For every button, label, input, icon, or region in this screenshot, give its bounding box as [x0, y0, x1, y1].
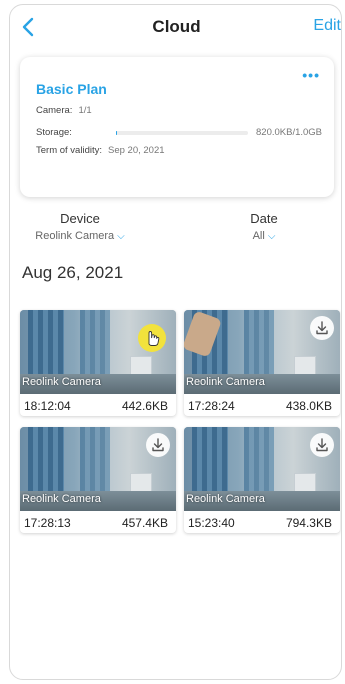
clip-size: 457.4KB [121, 516, 168, 530]
app-frame: Cloud Edit Basic Plan ••• Camera: 1/1 Sto… [9, 4, 342, 680]
clip-size: 794.3KB [285, 516, 332, 530]
download-icon [316, 438, 328, 452]
clip-meta: 15:23:40 794.3KB [184, 513, 340, 533]
clip-card[interactable]: Reolink Camera 15:23:40 794.3KB [184, 427, 340, 533]
storage-value: 820.0KB/1.0GB [256, 127, 323, 138]
validity-label: Term of validity: [36, 145, 102, 156]
camera-value: 1/1 [78, 105, 92, 116]
plan-card: Basic Plan ••• Camera: 1/1 Storage: 820.0… [20, 57, 334, 197]
clip-time: 18:12:04 [24, 399, 71, 413]
header: Cloud Edit [10, 5, 341, 49]
validity-row: Term of validity: Sep 20, 2021 [36, 145, 165, 156]
storage-progress-bar [116, 131, 248, 135]
storage-progress-fill [116, 131, 118, 135]
date-filter-value[interactable]: All ⌵ [204, 230, 324, 242]
clip-meta: 17:28:13 457.4KB [20, 513, 176, 533]
date-filter-selected: All [252, 230, 265, 242]
clip-time: 17:28:13 [24, 516, 71, 530]
hand-pointer-icon [138, 324, 166, 352]
edit-button[interactable]: Edit [313, 17, 341, 35]
section-date-header: Aug 26, 2021 [22, 263, 124, 282]
plan-name: Basic Plan [36, 81, 107, 97]
clip-meta: 17:28:24 438.0KB [184, 396, 340, 416]
clip-camera-name: Reolink Camera [22, 376, 101, 388]
clip-thumbnail: Reolink Camera [20, 427, 176, 511]
storage-label: Storage: [36, 127, 72, 138]
clip-thumbnail: Reolink Camera [184, 427, 340, 511]
clip-size: 438.0KB [285, 399, 332, 413]
clip-camera-name: Reolink Camera [186, 493, 265, 505]
clip-camera-name: Reolink Camera [186, 376, 265, 388]
date-filter-label: Date [250, 211, 278, 226]
clip-size: 442.6KB [121, 399, 168, 413]
date-filter[interactable]: Date All ⌵ [204, 211, 324, 242]
validity-value: Sep 20, 2021 [108, 145, 165, 156]
clip-card[interactable]: Reolink Camera 17:28:13 457.4KB [20, 427, 176, 533]
device-filter-selected: Reolink Camera [35, 230, 115, 242]
camera-row: Camera: 1/1 [36, 105, 92, 116]
device-filter-value[interactable]: Reolink Camera ⌵ [20, 230, 140, 242]
clip-card[interactable]: Reolink Camera 17:28:24 438.0KB [184, 310, 340, 416]
clip-meta: 18:12:04 442.6KB [20, 396, 176, 416]
clip-camera-name: Reolink Camera [22, 493, 101, 505]
camera-label: Camera: [36, 105, 73, 116]
download-button[interactable] [310, 316, 334, 340]
chevron-down-icon: ⌵ [267, 231, 276, 242]
download-icon [152, 438, 164, 452]
device-filter-label: Device [60, 211, 100, 226]
clip-thumbnail: Reolink Camera [20, 310, 176, 394]
download-button[interactable] [310, 433, 334, 457]
clip-card[interactable]: Reolink Camera 18:12:04 442.6KB [20, 310, 176, 416]
clip-time: 15:23:40 [188, 516, 235, 530]
more-dots-icon[interactable]: ••• [302, 67, 320, 83]
device-filter[interactable]: Device Reolink Camera ⌵ [20, 211, 140, 242]
chevron-down-icon: ⌵ [117, 231, 125, 242]
clip-thumbnail: Reolink Camera [184, 310, 340, 394]
page-title: Cloud [152, 17, 201, 36]
download-button[interactable] [146, 433, 170, 457]
download-icon [316, 321, 328, 335]
clip-time: 17:28:24 [188, 399, 235, 413]
